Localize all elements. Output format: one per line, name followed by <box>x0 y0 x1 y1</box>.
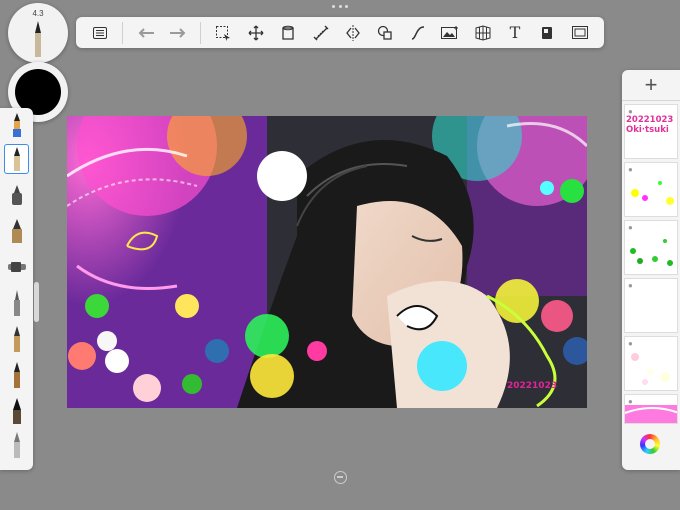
brush-panel-slider[interactable] <box>34 282 39 322</box>
shape-icon[interactable] <box>369 19 401 47</box>
brush-pen-2b-icon[interactable] <box>4 110 29 140</box>
canvas-signature: 20221023 <box>507 381 557 391</box>
perspective-icon[interactable] <box>466 19 498 47</box>
artwork: 20221023 <box>67 116 587 408</box>
layer-visibility-icon[interactable]: ● <box>628 397 633 406</box>
transform-icon[interactable] <box>240 19 272 47</box>
brush-blender-icon[interactable] <box>4 430 29 460</box>
layer-thumb-pastel[interactable]: ● <box>624 336 678 391</box>
layer-visibility-icon[interactable]: ● <box>628 165 633 174</box>
layer-thumb-dots[interactable]: ● <box>624 162 678 217</box>
drawing-canvas[interactable]: 20221023 <box>67 116 587 408</box>
flipbook-icon[interactable] <box>531 19 563 47</box>
brush-palette <box>0 108 33 470</box>
brush-size-puck[interactable]: 4.3 <box>8 3 68 63</box>
curve-icon[interactable] <box>402 19 434 47</box>
layer-visibility-icon[interactable]: ● <box>628 281 633 290</box>
brush-chisel-icon[interactable] <box>4 396 29 426</box>
brush-size-label: 4.3 <box>32 9 44 18</box>
brush-inking-pen-icon[interactable] <box>4 180 29 210</box>
layer-thumb-pink[interactable]: ● <box>624 394 678 424</box>
layer-signature-text: 20221023 Oki·tsuki <box>626 115 674 135</box>
list-icon[interactable] <box>84 19 116 47</box>
image-icon[interactable] <box>434 19 466 47</box>
layer-thumb-empty[interactable]: ● <box>624 278 678 333</box>
brush-airbrush-icon[interactable] <box>4 216 29 246</box>
bottom-toggle-handle[interactable] <box>334 471 347 484</box>
text-icon[interactable]: T <box>499 19 531 47</box>
brush-ballpoint-icon[interactable] <box>4 288 29 318</box>
pencil-preview-icon <box>35 21 41 57</box>
toolbar-divider <box>200 21 202 44</box>
add-layer-button[interactable]: + <box>622 70 680 101</box>
layer-visibility-icon[interactable]: ● <box>628 339 633 348</box>
fullscreen-icon[interactable] <box>564 19 596 47</box>
redo-icon[interactable] <box>162 19 194 47</box>
brush-pencil-icon[interactable] <box>4 144 29 174</box>
layers-panel: + ● 20221023 Oki·tsuki ● ● ● ● ● <box>622 70 680 470</box>
layer-thumb-signature[interactable]: ● 20221023 Oki·tsuki <box>624 104 678 159</box>
brush-fine-liner-icon[interactable] <box>4 360 29 390</box>
layer-visibility-icon[interactable]: ● <box>628 223 633 232</box>
toolbar-divider <box>122 21 124 44</box>
toolbar-drag-handle[interactable] <box>332 5 348 11</box>
fill-icon[interactable] <box>272 19 304 47</box>
symmetry-icon[interactable] <box>337 19 369 47</box>
ruler-icon[interactable] <box>304 19 336 47</box>
color-wheel-icon[interactable] <box>640 434 660 454</box>
selection-icon[interactable] <box>207 19 239 47</box>
top-toolbar: T <box>76 17 604 48</box>
undo-icon[interactable] <box>129 19 161 47</box>
brush-pen-icon[interactable] <box>4 324 29 354</box>
text-tool-glyph: T <box>509 23 521 42</box>
layer-thumb-green-dots[interactable]: ● <box>624 220 678 275</box>
brush-marker-icon[interactable] <box>4 252 29 282</box>
